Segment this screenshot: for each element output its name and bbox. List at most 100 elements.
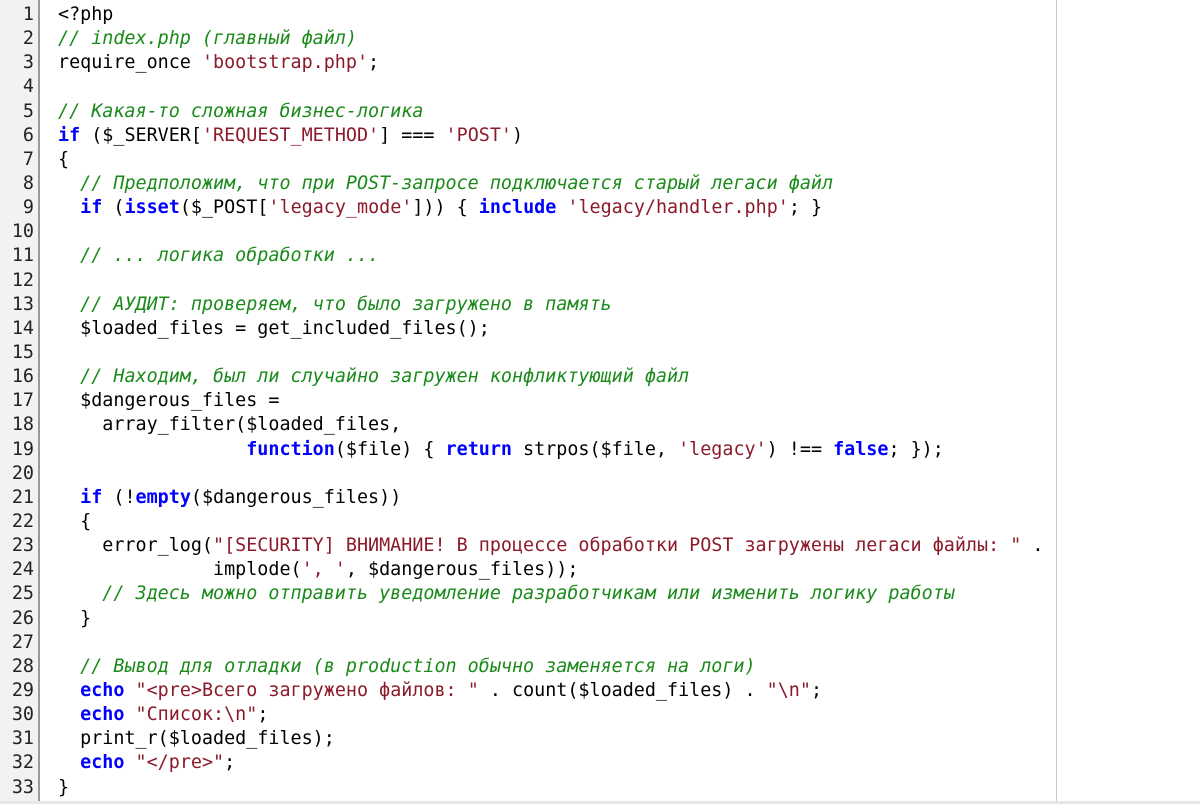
code-token: $dangerous_files =	[58, 390, 280, 412]
string-token: 'legacy_mode'	[268, 197, 413, 219]
code-token: error_log(	[58, 535, 214, 557]
comment-token: // Предположим, что при POST-запросе под…	[80, 172, 834, 194]
code-token: <?php	[58, 4, 114, 25]
code-token: print_r($loaded_files);	[58, 728, 335, 750]
keyword-token: echo	[80, 679, 125, 701]
line-number: 25	[11, 583, 34, 605]
code-token: ] ===	[379, 124, 446, 146]
comment-token: // Находим, был ли случайно загружен кон…	[80, 366, 690, 388]
line-number: 11	[11, 245, 34, 267]
line-code: // Вывод для отладки (в production обычн…	[58, 655, 755, 679]
line-code: print_r($loaded_files);	[58, 727, 335, 751]
line-code: // Здесь можно отправить уведомление раз…	[58, 582, 955, 606]
keyword-token: return	[445, 438, 512, 460]
keyword-token: if	[80, 197, 103, 219]
code-token: {	[58, 510, 92, 532]
line-number: 5	[22, 100, 34, 122]
line-code: echo "Список:\n";	[58, 703, 268, 727]
code-token: ($file) {	[334, 438, 446, 460]
line-number: 29	[11, 679, 34, 701]
line-number: 32	[11, 752, 34, 774]
line-number: 17	[11, 390, 34, 412]
keyword-token: empty	[135, 486, 191, 508]
comment-token: // index.php (главный файл)	[58, 28, 357, 50]
line-number: 19	[11, 438, 34, 460]
keyword-token: echo	[80, 704, 125, 726]
string-token: 'legacy/handler.php'	[567, 197, 789, 219]
line-number: 27	[11, 631, 34, 653]
keyword-token: if	[80, 486, 103, 508]
code-editor[interactable]: 1 <?php 2 // index.php (главный файл) 3 requi…	[0, 0, 1200, 804]
line-code: }	[58, 607, 91, 631]
line-number: 2	[22, 28, 34, 50]
code-token: }	[58, 776, 70, 798]
line-code: error_log("[SECURITY] ВНИМАНИЕ! В процес…	[58, 534, 1043, 558]
code-token: , $dangerous_files));	[345, 559, 579, 581]
line-number: 9	[22, 197, 34, 219]
code-token: ;	[810, 679, 823, 701]
line-number: 33	[11, 776, 34, 798]
line-code: echo "</pre>";	[58, 751, 235, 775]
line-number: 28	[11, 655, 34, 677]
line-number: 1	[22, 4, 34, 25]
keyword-token: echo	[80, 752, 125, 774]
code-token: strpos($file,	[511, 438, 679, 460]
string-token: "<pre>Всего загружено файлов: "	[135, 679, 479, 701]
line-number: 30	[11, 704, 34, 726]
string-token: "Список:\n"	[135, 704, 258, 726]
line-number: 3	[22, 52, 34, 74]
string-token: 'legacy'	[678, 438, 767, 460]
comment-token: // АУДИТ: проверяем, что было загружено …	[80, 293, 612, 315]
code-token: . count($loaded_files) .	[478, 679, 767, 701]
code-token: .	[1021, 535, 1044, 557]
code-token: ) !==	[766, 438, 834, 460]
line-code: function($file) { return strpos($file, '…	[58, 438, 944, 462]
line-code: // Находим, был ли случайно загружен кон…	[58, 365, 689, 389]
code-token: $loaded_files = get_included_files();	[58, 317, 490, 339]
keyword-token: isset	[124, 197, 180, 219]
line-code: $loaded_files = get_included_files();	[58, 317, 490, 341]
string-token: "[SECURITY] ВНИМАНИЕ! В процессе обработ…	[213, 535, 1022, 557]
line-number: 4	[22, 76, 34, 98]
line-code: <?php	[58, 3, 113, 27]
code-token: (	[102, 197, 125, 219]
code-token: require_once	[58, 52, 202, 74]
code-token: ;	[224, 752, 236, 774]
line-number: 16	[11, 366, 34, 388]
line-code: require_once 'bootstrap.php';	[58, 51, 379, 75]
line-code: $dangerous_files =	[58, 389, 279, 413]
comment-token: // Здесь можно отправить уведомление раз…	[102, 583, 955, 605]
string-token: ', '	[301, 559, 346, 581]
code-token: ;	[368, 52, 380, 74]
line-number: 31	[11, 728, 34, 750]
line-number: 24	[11, 559, 34, 581]
keyword-token: function	[246, 438, 335, 460]
code-token: )	[511, 124, 524, 146]
code-token: ; });	[888, 438, 944, 460]
line-code: {	[58, 510, 91, 534]
line-number: 23	[11, 535, 34, 557]
line-code: array_filter($loaded_files,	[58, 413, 401, 437]
line-code: // index.php (главный файл)	[58, 27, 357, 51]
line-code: // ... логика обработки ...	[58, 244, 379, 268]
code-token: ])) {	[412, 197, 479, 219]
keyword-token: include	[478, 197, 557, 219]
string-token: "\n"	[766, 679, 811, 701]
line-code: // АУДИТ: проверяем, что было загружено …	[58, 293, 612, 317]
line-number: 13	[11, 293, 34, 315]
comment-token: // Какая-то сложная бизнес-логика	[58, 100, 424, 122]
line-code: echo "<pre>Всего загружено файлов: " . c…	[58, 679, 822, 703]
string-token: "</pre>"	[135, 752, 225, 774]
